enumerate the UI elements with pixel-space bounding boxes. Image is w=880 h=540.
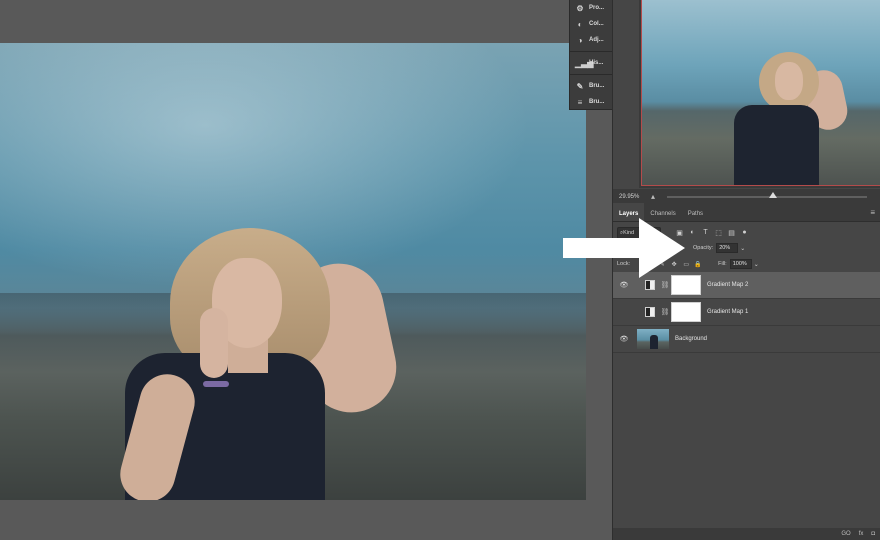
adjustments-icon: ◑: [577, 35, 583, 45]
visibility-eye-icon[interactable]: 👁: [613, 281, 635, 289]
layer-name[interactable]: Background: [675, 336, 707, 342]
panel-menu-icon[interactable]: ≡: [864, 208, 880, 221]
brush-settings-icon: ≡: [577, 97, 583, 107]
filter-toggle-icon[interactable]: ●: [738, 229, 751, 237]
dock-item-brush-settings[interactable]: ≡ Bru...: [570, 94, 612, 110]
dock-item-histogram[interactable]: ▁▃▅ His...: [570, 55, 612, 71]
zoom-slider-handle[interactable]: [769, 191, 777, 198]
canvas-area[interactable]: [0, 0, 612, 540]
layers-footer: GO fx ◘: [613, 528, 880, 540]
color-icon: ◐: [577, 19, 583, 29]
layer-row[interactable]: ⛓ Gradient Map 1: [613, 299, 880, 326]
document-image[interactable]: [0, 43, 586, 500]
fx-icon[interactable]: fx: [859, 531, 864, 537]
navigator-zoom-row: 29.95% ▴: [613, 189, 880, 204]
dock-item-properties[interactable]: ⚙ Pro...: [570, 0, 612, 16]
link-icon[interactable]: ⛓: [659, 308, 671, 316]
collapsed-panel-dock: ⚙ Pro... ◐ Col... ◑ Adj... ▁▃▅ His... ✎ …: [569, 0, 612, 110]
layers-list: 👁 ⛓ Gradient Map 2 ⛓ Gradient Map 1 👁 Ba…: [613, 272, 880, 353]
visibility-eye-icon[interactable]: 👁: [613, 335, 635, 343]
link-layers-icon[interactable]: GO: [841, 531, 850, 537]
layer-mask-thumbnail[interactable]: [671, 302, 701, 322]
histogram-icon: ▁▃▅: [575, 58, 594, 68]
layer-name[interactable]: Gradient Map 2: [707, 282, 748, 288]
dock-item-color[interactable]: ◐ Col...: [570, 16, 612, 32]
fill-dropdown-icon[interactable]: ⌄: [754, 261, 759, 268]
opacity-dropdown-icon[interactable]: ⌄: [740, 245, 745, 252]
layer-row[interactable]: 👁 Background: [613, 326, 880, 353]
add-mask-icon[interactable]: ◘: [871, 531, 875, 537]
dock-item-adjustments[interactable]: ◑ Adj...: [570, 32, 612, 48]
smart-object-filter-icon[interactable]: ▤: [725, 229, 738, 237]
fill-field[interactable]: 100%: [729, 259, 752, 269]
brush-icon: ✎: [576, 81, 584, 91]
opacity-field[interactable]: 20%: [716, 243, 739, 253]
dock-item-brushes[interactable]: ✎ Bru...: [570, 78, 612, 94]
properties-icon: ⚙: [576, 3, 584, 13]
layer-mask-thumbnail[interactable]: [671, 275, 701, 295]
shape-filter-icon[interactable]: ⬚: [712, 229, 725, 237]
link-icon[interactable]: ⛓: [659, 281, 671, 289]
gradient-map-adjustment-icon: [645, 307, 655, 317]
zoom-value[interactable]: 29.95%: [613, 194, 651, 200]
zoom-out-icon[interactable]: ▴: [651, 192, 663, 201]
background-thumbnail[interactable]: [637, 329, 669, 349]
gradient-map-adjustment-icon: [645, 280, 655, 290]
photoshop-window: ⚙ Pro... ◐ Col... ◑ Adj... ▁▃▅ His... ✎ …: [0, 0, 880, 540]
zoom-slider[interactable]: [667, 191, 867, 198]
layer-name[interactable]: Gradient Map 1: [707, 309, 748, 315]
navigator-preview[interactable]: [641, 0, 880, 186]
tutorial-arrow-icon: [563, 218, 685, 278]
fill-label: Fill:: [718, 261, 727, 267]
